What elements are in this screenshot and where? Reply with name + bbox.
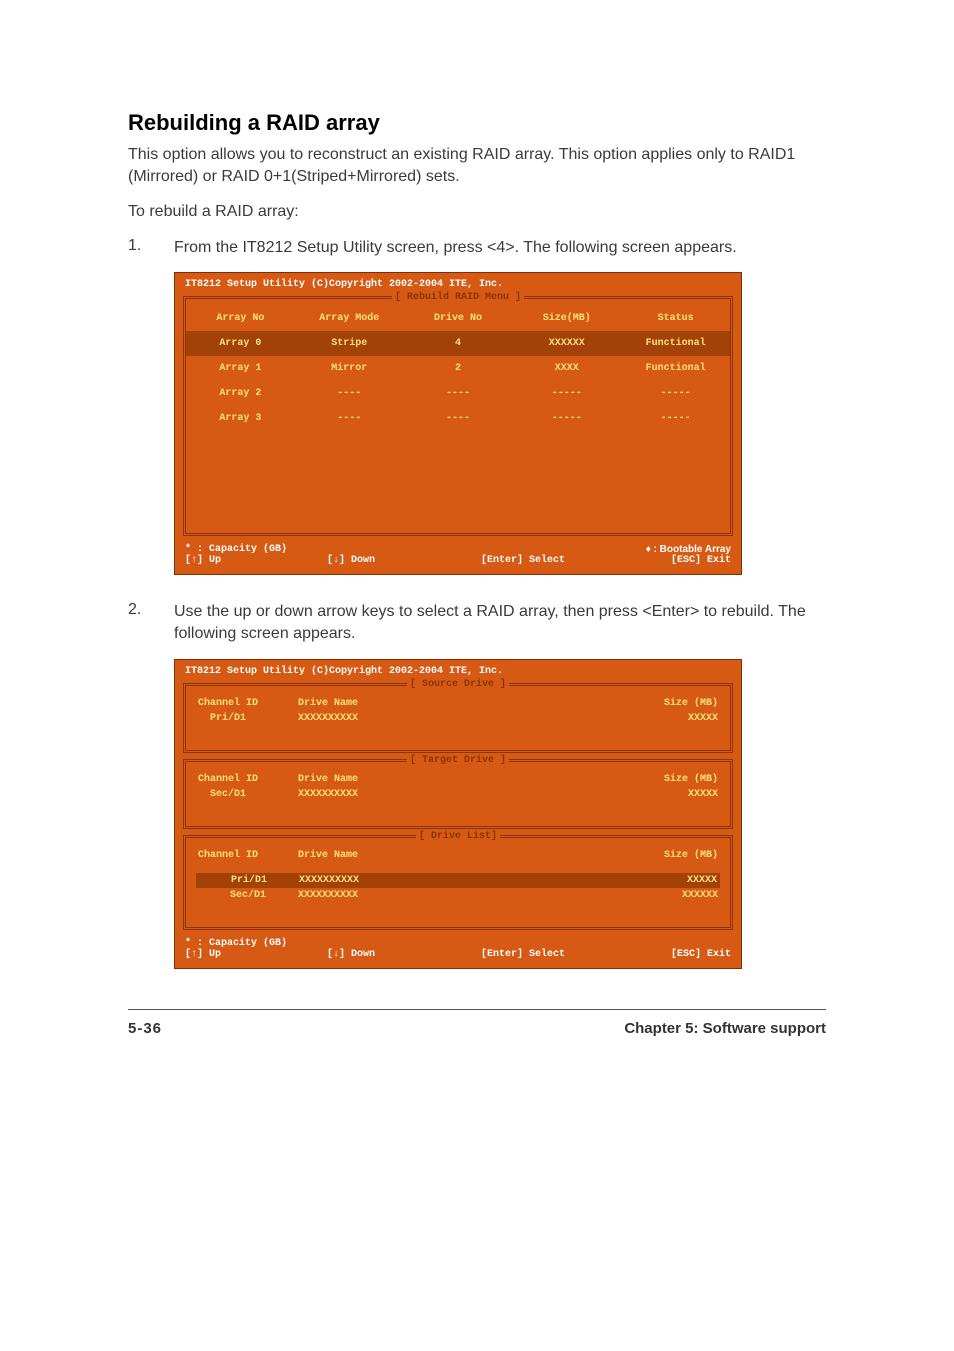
- col-drive-name: Drive Name: [298, 698, 558, 709]
- col-array-no: Array No: [186, 299, 295, 331]
- col-size: Size (MB): [558, 774, 718, 785]
- list-item[interactable]: Sec/D1 XXXXXXXXXX XXXXXX: [186, 890, 730, 901]
- col-drive-name: Drive Name: [298, 774, 558, 785]
- legend-exit: [ESC] Exit: [671, 555, 731, 566]
- raid-array-table: Array No Array Mode Drive No Size(MB) St…: [186, 299, 730, 431]
- page-footer: 5-36 Chapter 5: Software support: [128, 1009, 826, 1037]
- cell-status: -----: [621, 406, 730, 431]
- cell-size: XXXXX: [558, 713, 718, 724]
- list-item[interactable]: Pri/D1 XXXXXXXXXX XXXXX: [196, 873, 720, 888]
- bios-title: IT8212 Setup Utility (C)Copyright 2002-2…: [175, 273, 741, 294]
- legend-up: [↑] Up: [185, 555, 221, 566]
- step-1: 1. From the IT8212 Setup Utility screen,…: [128, 237, 826, 259]
- cell-channel-id: Sec/D1: [198, 890, 298, 901]
- cell-array-no: Array 2: [186, 381, 295, 406]
- cell-size: -----: [512, 381, 621, 406]
- cell-array-mode: Mirror: [295, 356, 404, 381]
- step-number: 1.: [128, 237, 174, 255]
- legend-up: [↑] Up: [185, 949, 221, 960]
- cell-size: -----: [512, 406, 621, 431]
- box-label: [ Target Drive ]: [407, 755, 509, 766]
- step-text: Use the up or down arrow keys to select …: [174, 601, 826, 644]
- target-drive-box: [ Target Drive ] Channel ID Drive Name S…: [183, 759, 733, 829]
- legend-exit: [ESC] Exit: [671, 949, 731, 960]
- cell-drive-name: XXXXXXXXXX: [298, 789, 558, 800]
- bios-screenshot-drives: IT8212 Setup Utility (C)Copyright 2002-2…: [174, 659, 742, 969]
- cell-channel-id: Pri/D1: [199, 875, 299, 886]
- col-status: Status: [621, 299, 730, 331]
- legend-select: [Enter] Select: [481, 555, 565, 566]
- legend-down: [↓] Down: [327, 949, 375, 960]
- cell-status: Functional: [621, 356, 730, 381]
- col-size: Size (MB): [558, 698, 718, 709]
- table-row[interactable]: Array 1 Mirror 2 XXXX Functional: [186, 356, 730, 381]
- page-title: Rebuilding a RAID array: [128, 110, 826, 136]
- cell-channel-id: Pri/D1: [198, 713, 298, 724]
- cell-array-mode: ----: [295, 406, 404, 431]
- table-row[interactable]: Array 3 ---- ---- ----- -----: [186, 406, 730, 431]
- step-text: From the IT8212 Setup Utility screen, pr…: [174, 237, 826, 259]
- col-channel-id: Channel ID: [198, 774, 298, 785]
- legend-capacity: * : Capacity (GB): [185, 544, 287, 555]
- legend-down: [↓] Down: [327, 555, 375, 566]
- cell-drive-no: 2: [404, 356, 513, 381]
- step-number: 2.: [128, 601, 174, 619]
- col-channel-id: Channel ID: [198, 850, 298, 861]
- cell-size: XXXX: [512, 356, 621, 381]
- step-2: 2. Use the up or down arrow keys to sele…: [128, 601, 826, 644]
- bios-title: IT8212 Setup Utility (C)Copyright 2002-2…: [175, 660, 741, 681]
- page-number: 5-36: [128, 1020, 162, 1037]
- cell-size: XXXXX: [558, 789, 718, 800]
- box-label: [ Source Drive ]: [407, 679, 509, 690]
- cell-channel-id: Sec/D1: [198, 789, 298, 800]
- legend-capacity: * : Capacity (GB): [185, 938, 287, 949]
- col-array-mode: Array Mode: [295, 299, 404, 331]
- cell-status: -----: [621, 381, 730, 406]
- cell-array-no: Array 0: [186, 331, 295, 356]
- col-drive-name: Drive Name: [298, 850, 558, 861]
- cell-size: XXXXXX: [512, 331, 621, 356]
- cell-drive-name: XXXXXXXXXX: [298, 890, 548, 901]
- chapter-title: Chapter 5: Software support: [624, 1020, 826, 1037]
- cell-array-no: Array 1: [186, 356, 295, 381]
- cell-drive-no: ----: [404, 381, 513, 406]
- intro-paragraph: This option allows you to reconstruct an…: [128, 144, 826, 187]
- table-row[interactable]: Array 0 Stripe 4 XXXXXX Functional: [186, 331, 730, 356]
- rebuild-raid-menu-box: [ Rebuild RAID Menu ] Array No Array Mod…: [183, 296, 733, 536]
- cell-drive-no: 4: [404, 331, 513, 356]
- legend-bootable: ♦ : Bootable Array: [646, 544, 731, 555]
- legend-select: [Enter] Select: [481, 949, 565, 960]
- cell-size: XXXXXX: [548, 890, 718, 901]
- cell-drive-name: XXXXXXXXXX: [298, 713, 558, 724]
- bios-screenshot-rebuild-menu: IT8212 Setup Utility (C)Copyright 2002-2…: [174, 272, 742, 575]
- menu-label: [ Rebuild RAID Menu ]: [392, 292, 524, 303]
- cell-drive-no: ----: [404, 406, 513, 431]
- cell-array-no: Array 3: [186, 406, 295, 431]
- cell-size: XXXXX: [549, 875, 717, 886]
- prelist-paragraph: To rebuild a RAID array:: [128, 201, 826, 223]
- col-size: Size(MB): [512, 299, 621, 331]
- cell-array-mode: ----: [295, 381, 404, 406]
- col-size: Size (MB): [558, 850, 718, 861]
- bios-legend: * : Capacity (GB) [↑] Up [↓] Down [Enter…: [175, 936, 741, 968]
- cell-status: Functional: [621, 331, 730, 356]
- bios-legend: * : Capacity (GB) ♦ : Bootable Array [↑]…: [175, 542, 741, 574]
- box-label: [ Drive List]: [416, 831, 500, 842]
- cell-drive-name: XXXXXXXXXX: [299, 875, 549, 886]
- source-drive-box: [ Source Drive ] Channel ID Drive Name S…: [183, 683, 733, 753]
- table-row[interactable]: Array 2 ---- ---- ----- -----: [186, 381, 730, 406]
- col-drive-no: Drive No: [404, 299, 513, 331]
- col-channel-id: Channel ID: [198, 698, 298, 709]
- drive-list-box: [ Drive List] Channel ID Drive Name Size…: [183, 835, 733, 930]
- cell-array-mode: Stripe: [295, 331, 404, 356]
